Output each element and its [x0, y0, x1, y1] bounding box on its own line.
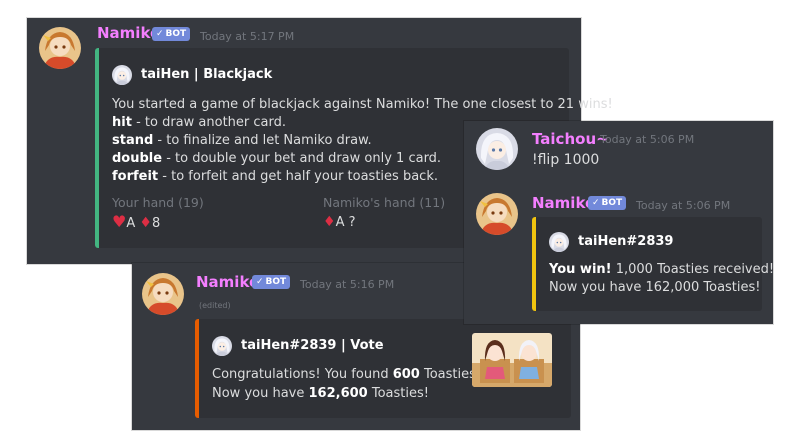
message-timestamp: Today at 5:16 PM — [300, 278, 395, 291]
bot-badge-label: BOT — [265, 277, 287, 287]
cmd-forfeit: forfeit - to forfeit and get half your t… — [112, 169, 438, 184]
cmd-stand: stand - to finalize and let Namiko draw. — [112, 133, 372, 148]
flip-message-panel: Taichou~ Today at 5:06 PM !flip 1000 Nam… — [464, 121, 774, 324]
embed-thumbnail[interactable] — [472, 333, 552, 387]
check-icon: ✓ — [256, 277, 264, 287]
taichou-avatar[interactable] — [476, 128, 518, 170]
namiko-hand-label: Namiko's hand (11) — [323, 195, 446, 210]
flip-embed: taiHen#2839 You win! 1,000 Toasties rece… — [532, 217, 774, 311]
embed-author-avatar — [549, 232, 569, 252]
your-hand-label: Your hand (19) — [112, 195, 204, 210]
embed-author: taiHen#2839 — [578, 234, 674, 249]
taichou-username[interactable]: Taichou~ — [532, 130, 609, 148]
heart-icon: ♥ — [112, 212, 127, 231]
message-timestamp: Today at 5:17 PM — [200, 30, 295, 43]
flip-balance-line: Now you have 162,000 Toasties! — [549, 280, 761, 295]
message-timestamp: Today at 5:06 PM — [600, 133, 695, 146]
message-timestamp: Today at 5:06 PM — [636, 199, 731, 212]
embed-author-avatar — [212, 336, 232, 356]
check-icon: ✓ — [156, 29, 164, 39]
your-hand-cards: ♥A ♦8 — [112, 212, 161, 232]
bot-badge: ✓ BOT — [252, 275, 291, 289]
namiko-avatar[interactable] — [39, 27, 81, 69]
vote-reward-line: Congratulations! You found 600 Toasties! — [212, 367, 482, 382]
bot-badge: ✓ BOT — [152, 27, 191, 41]
namiko-username[interactable]: Namiko — [532, 194, 595, 212]
embed-author: taiHen#2839 | Vote — [241, 338, 384, 353]
flip-result-line: You win! 1,000 Toasties received! — [549, 262, 775, 277]
bot-badge-label: BOT — [165, 29, 187, 39]
embed-author-avatar — [112, 65, 132, 85]
vote-balance-line: Now you have 162,600 Toasties! — [212, 386, 429, 401]
embed-color-bar — [532, 217, 536, 311]
namiko-username[interactable]: Namiko — [196, 273, 259, 291]
namiko-hand-cards: ♦A ? — [323, 214, 356, 230]
game-intro: You started a game of blackjack against … — [112, 97, 613, 112]
embed-color-bar — [95, 48, 99, 248]
namiko-avatar[interactable] — [142, 273, 184, 315]
cmd-hit: hit - to draw another card. — [112, 115, 286, 130]
diamond-icon: ♦ — [139, 215, 152, 231]
edited-label: (edited) — [199, 301, 231, 310]
namiko-username[interactable]: Namiko — [97, 24, 160, 42]
flip-command: !flip 1000 — [532, 152, 600, 168]
vote-embed: taiHen#2839 | Vote Congratulations! You … — [195, 319, 571, 418]
embed-color-bar — [195, 319, 199, 418]
check-icon: ✓ — [592, 198, 600, 208]
bot-badge: ✓ BOT — [588, 196, 627, 210]
cmd-double: double - to double your bet and draw onl… — [112, 151, 442, 166]
diamond-icon: ♦ — [323, 214, 336, 230]
bot-badge-label: BOT — [601, 198, 623, 208]
namiko-avatar[interactable] — [476, 193, 518, 235]
embed-author: taiHen | Blackjack — [141, 67, 273, 82]
